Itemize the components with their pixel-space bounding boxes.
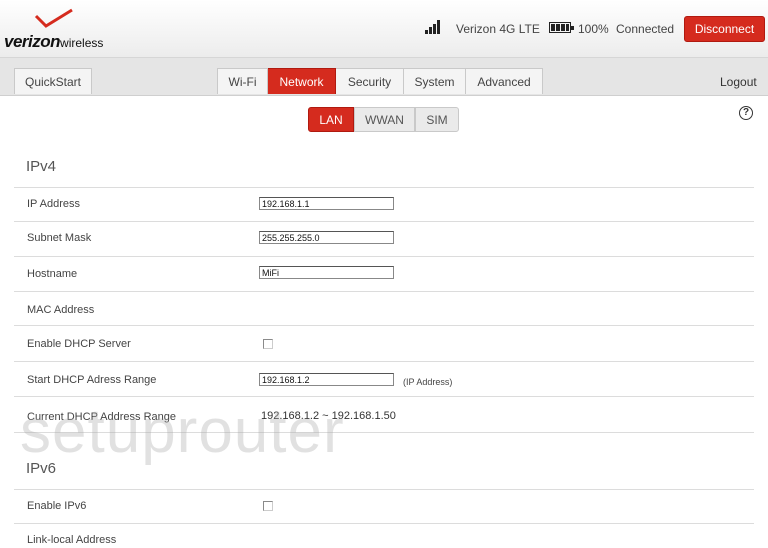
link-local-label: Link-local Address	[27, 534, 117, 546]
watermark: setuprouter	[20, 397, 345, 466]
subtab-wwan[interactable]: WWAN	[354, 107, 415, 132]
divider	[14, 256, 754, 257]
battery-icon	[549, 22, 574, 33]
main-tabs: Wi-Fi Network Security System Advanced	[217, 68, 543, 94]
help-icon[interactable]: ?	[739, 106, 753, 120]
divider	[14, 523, 754, 524]
signal-strength-icon	[425, 20, 443, 34]
subtab-sim[interactable]: SIM	[415, 107, 459, 132]
ipv4-title: IPv4	[26, 158, 57, 175]
enable-dhcp-label: Enable DHCP Server	[27, 338, 131, 350]
tab-network[interactable]: Network	[268, 68, 336, 94]
logout-link[interactable]: Logout	[720, 75, 757, 89]
tab-system[interactable]: System	[404, 68, 466, 94]
dhcp-start-label: Start DHCP Adress Range	[27, 374, 157, 386]
dhcp-start-input[interactable]	[259, 373, 394, 386]
checkmark-icon	[34, 8, 73, 28]
enable-ipv6-label: Enable IPv6	[27, 500, 87, 512]
nav-bar: QuickStart Wi-Fi Network Security System…	[0, 58, 768, 96]
mac-address-label: MAC Address	[27, 304, 95, 316]
divider	[14, 325, 754, 326]
hostname-label: Hostname	[27, 268, 78, 280]
tab-wifi[interactable]: Wi-Fi	[217, 68, 268, 94]
disconnect-button[interactable]: Disconnect	[684, 16, 765, 42]
connection-status: Connected	[616, 22, 675, 36]
tab-advanced[interactable]: Advanced	[466, 68, 543, 94]
divider	[14, 221, 754, 222]
hostname-input[interactable]	[259, 266, 394, 279]
quickstart-button[interactable]: QuickStart	[14, 68, 92, 94]
logo-wordmark: verizonwireless	[4, 32, 104, 51]
network-subtabs: LAN WWAN SIM	[308, 107, 459, 132]
ip-address-note: (IP Address)	[403, 377, 453, 387]
tab-security[interactable]: Security	[336, 68, 404, 94]
enable-dhcp-checkbox[interactable]	[263, 339, 273, 349]
verizon-logo: verizonwireless	[4, 8, 114, 51]
subnet-mask-label: Subnet Mask	[27, 232, 92, 244]
header-bar: verizonwireless Verizon 4G LTE 100% Conn…	[0, 0, 768, 58]
network-name: Verizon 4G LTE	[456, 22, 540, 36]
battery-level: 100%	[578, 22, 609, 36]
enable-ipv6-checkbox[interactable]	[263, 501, 273, 511]
divider	[14, 361, 754, 362]
subtab-lan[interactable]: LAN	[308, 107, 354, 132]
ip-address-input[interactable]	[259, 197, 394, 210]
divider	[14, 187, 754, 188]
divider	[14, 291, 754, 292]
ip-address-label: IP Address	[27, 198, 80, 210]
subnet-mask-input[interactable]	[259, 231, 394, 244]
divider	[14, 489, 754, 490]
